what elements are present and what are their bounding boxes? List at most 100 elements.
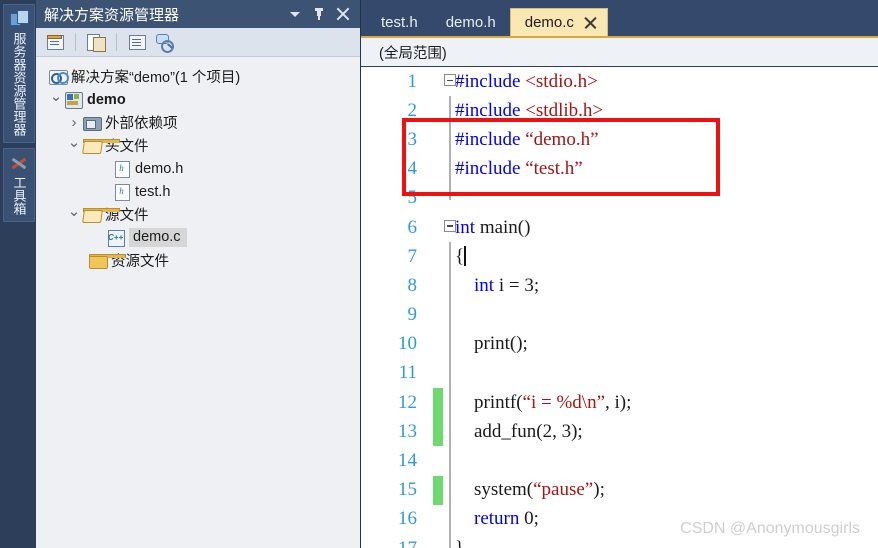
- editor-gutter: [425, 300, 455, 330]
- code-line[interactable]: 13 add_fun(2, 3);: [361, 417, 878, 447]
- rail-item-toolbox[interactable]: 工具箱: [3, 148, 35, 222]
- structure-guide-line: [449, 534, 451, 548]
- line-number: 6: [407, 216, 418, 238]
- code-line[interactable]: 14: [361, 446, 878, 476]
- code-text: {: [455, 245, 878, 268]
- navigation-bar: (全局范围): [361, 36, 878, 67]
- code-line[interactable]: 2 #include <stdlib.h>: [361, 96, 878, 126]
- folder-open-icon: [82, 206, 120, 223]
- folder-closed-icon: [88, 252, 126, 269]
- code-line[interactable]: 5: [361, 183, 878, 213]
- code-line[interactable]: 1 #include <stdio.h>: [361, 67, 878, 96]
- tree-item-external-dependencies[interactable]: 外部依赖项: [36, 111, 360, 134]
- tree-item-project-demo[interactable]: demo: [36, 88, 360, 111]
- tab-test-h[interactable]: test.h: [367, 9, 432, 36]
- close-icon[interactable]: [336, 7, 350, 21]
- code-line[interactable]: 10 print();: [361, 329, 878, 359]
- visual-studio-window: 服务器资源管理器 工具箱 解决方案资源管理器 解决方案“demo”(1 个项目)…: [0, 0, 878, 548]
- code-editor[interactable]: 1 #include <stdio.h> 2 #include <stdlib.h> 3…: [361, 67, 878, 548]
- code-line[interactable]: 9: [361, 300, 878, 330]
- code-text: #include <stdio.h>: [455, 71, 878, 93]
- code-token: ;: [533, 274, 540, 296]
- code-token: );: [571, 420, 583, 442]
- chevron-down-icon[interactable]: [66, 137, 82, 155]
- structure-guide-line: [449, 154, 451, 184]
- code-line[interactable]: 11: [361, 358, 878, 389]
- toolbox-icon: [9, 153, 29, 173]
- editor-gutter: [425, 242, 455, 272]
- editor-gutter: [425, 329, 455, 359]
- line-number: 12: [398, 391, 417, 413]
- tree-item-header-files-folder[interactable]: 头文件: [36, 134, 360, 157]
- chevron-down-icon[interactable]: [66, 206, 82, 224]
- header-file-icon: h: [112, 183, 132, 201]
- tree-item-demo-c[interactable]: C++ demo.c: [36, 226, 360, 249]
- code-token: ;: [533, 508, 539, 530]
- code-token: #include: [455, 99, 526, 121]
- dropdown-icon[interactable]: [288, 7, 302, 21]
- tree-item-test-h[interactable]: h test.h: [36, 180, 360, 203]
- code-token: “demo.h”: [525, 128, 599, 150]
- watermark: CSDN @Anonymousgirls: [680, 520, 860, 537]
- editor-gutter: [425, 67, 456, 96]
- solution-icon: [48, 68, 69, 85]
- toolbar-separator: [116, 33, 117, 51]
- line-number: 14: [398, 450, 417, 472]
- code-line[interactable]: 6 int main(): [361, 213, 878, 242]
- scope-selector[interactable]: (全局范围): [379, 42, 447, 63]
- properties-icon[interactable]: [44, 32, 66, 52]
- chevron-right-icon[interactable]: [66, 114, 82, 131]
- collapse-all-icon[interactable]: [126, 32, 148, 52]
- collapse-region-icon[interactable]: [444, 74, 456, 86]
- editor-gutter: [425, 183, 455, 213]
- toolbar-separator: [75, 33, 76, 51]
- line-number: 10: [398, 333, 417, 355]
- rail-item-toolbox-label: 工具箱: [11, 176, 27, 215]
- tab-close-icon[interactable]: [584, 16, 597, 29]
- tab-demo-h[interactable]: demo.h: [432, 9, 510, 36]
- editor-gutter: [425, 475, 455, 505]
- change-bar: [433, 388, 443, 418]
- structure-guide-line: [449, 358, 451, 389]
- code-token: int: [474, 274, 495, 296]
- collapse-region-icon[interactable]: [444, 219, 456, 232]
- code-text: }: [455, 538, 878, 548]
- solution-explorer-panel: 解决方案资源管理器 解决方案“demo”(1 个项目) ⌄ demo › 外部依…: [36, 0, 361, 548]
- editor-gutter: [425, 154, 455, 184]
- pin-icon[interactable]: [312, 7, 326, 21]
- editor-tabstrip: test.h demo.h demo.c: [361, 0, 878, 36]
- code-line[interactable]: 15 system(“pause”);: [361, 475, 878, 505]
- code-text: system(“pause”);: [455, 479, 878, 501]
- preview-selected-icon[interactable]: [153, 32, 175, 53]
- structure-guide-line: [449, 388, 451, 418]
- chevron-down-icon[interactable]: [48, 91, 64, 109]
- tree-item-label: demo: [87, 91, 126, 108]
- rail-item-server-explorer[interactable]: 服务器资源管理器: [3, 4, 35, 143]
- structure-guide-line: [449, 475, 451, 505]
- editor-gutter: [425, 213, 456, 242]
- line-number: 17: [361, 538, 425, 548]
- tree-item-resource-files-folder[interactable]: 资源文件: [36, 249, 360, 272]
- code-line[interactable]: 4 #include “test.h”: [361, 154, 878, 184]
- tree-item-solution[interactable]: 解决方案“demo”(1 个项目): [36, 65, 360, 88]
- tree-item-demo-h[interactable]: h demo.h: [36, 157, 360, 180]
- code-token: <stdlib.h>: [525, 99, 604, 121]
- tree-item-source-files-folder[interactable]: 源文件: [36, 203, 360, 226]
- code-token: 0: [524, 508, 534, 530]
- show-all-files-icon[interactable]: [85, 32, 107, 52]
- code-token: }: [455, 538, 464, 548]
- structure-guide-line: [449, 417, 451, 447]
- code-token: system(: [455, 479, 534, 501]
- code-token: <stdio.h>: [525, 70, 598, 92]
- code-line[interactable]: 3 #include “demo.h”: [361, 125, 878, 155]
- line-number: 5: [407, 187, 418, 209]
- code-text: add_fun(2, 3);: [455, 421, 878, 443]
- code-line[interactable]: 7{: [361, 242, 878, 272]
- code-token: #include: [455, 70, 526, 92]
- server-explorer-icon: [9, 9, 29, 29]
- code-line[interactable]: 8 int i = 3;: [361, 271, 878, 301]
- tab-demo-c[interactable]: demo.c: [509, 8, 608, 36]
- structure-guide-line: [449, 242, 451, 272]
- code-line[interactable]: 12 printf(“i = %d\n”, i);: [361, 388, 878, 418]
